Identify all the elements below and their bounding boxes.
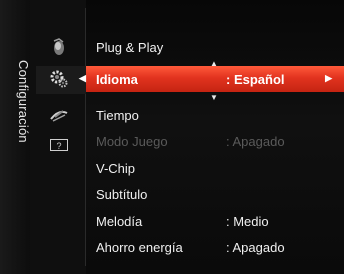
list-item-idioma[interactable]: ◀ Idioma : Español ▶ <box>79 66 344 92</box>
list-item-tiempo[interactable]: Tiempo <box>86 102 344 128</box>
picture-icon[interactable] <box>48 38 70 56</box>
item-label: Plug & Play <box>96 39 164 55</box>
item-label: Modo Juego <box>96 133 168 149</box>
icon-column: ◀ ? <box>30 0 91 274</box>
chevron-right-icon[interactable]: ▶ <box>325 74 332 83</box>
list-item-melodia[interactable]: Melodía : Medio <box>86 208 344 234</box>
menu-category-title: Configuración <box>16 60 31 143</box>
setup-gear-icon[interactable] <box>48 70 70 88</box>
item-value: : Apagado <box>226 239 285 255</box>
list-item-modo-juego: Modo Juego : Apagado <box>86 128 344 154</box>
item-value: : Apagado <box>226 133 285 149</box>
item-label: Subtítulo <box>96 186 148 202</box>
list-item-subtitulo[interactable]: Subtítulo <box>86 181 344 207</box>
item-label: Idioma <box>96 71 138 87</box>
item-value: : Medio <box>226 213 269 229</box>
menu-category-panel: Configuración <box>0 0 31 274</box>
chevron-left-icon: ◀ <box>79 73 86 83</box>
help-badge-text: ? <box>50 139 68 151</box>
tv-osd-menu: Configuración ◀ <box>0 0 344 274</box>
item-label: Ahorro energía <box>96 239 183 255</box>
chevron-down-icon: ▼ <box>210 93 218 102</box>
item-label: Tiempo <box>96 107 139 123</box>
satellite-dish-icon[interactable] <box>48 106 70 124</box>
list-item-v-chip[interactable]: V-Chip <box>86 155 344 181</box>
help-question-icon[interactable]: ? <box>48 136 70 154</box>
list-item-ahorro-energia[interactable]: Ahorro energía : Apagado <box>86 234 344 260</box>
item-label: Melodía <box>96 213 143 229</box>
item-value: : Español <box>226 71 285 87</box>
list-item-plug-play[interactable]: Plug & Play <box>86 34 344 60</box>
settings-list: Plug & Play ▲ ◀ Idioma : Español ▶ ▼ Tie… <box>79 0 344 274</box>
item-label: V-Chip <box>96 160 136 176</box>
